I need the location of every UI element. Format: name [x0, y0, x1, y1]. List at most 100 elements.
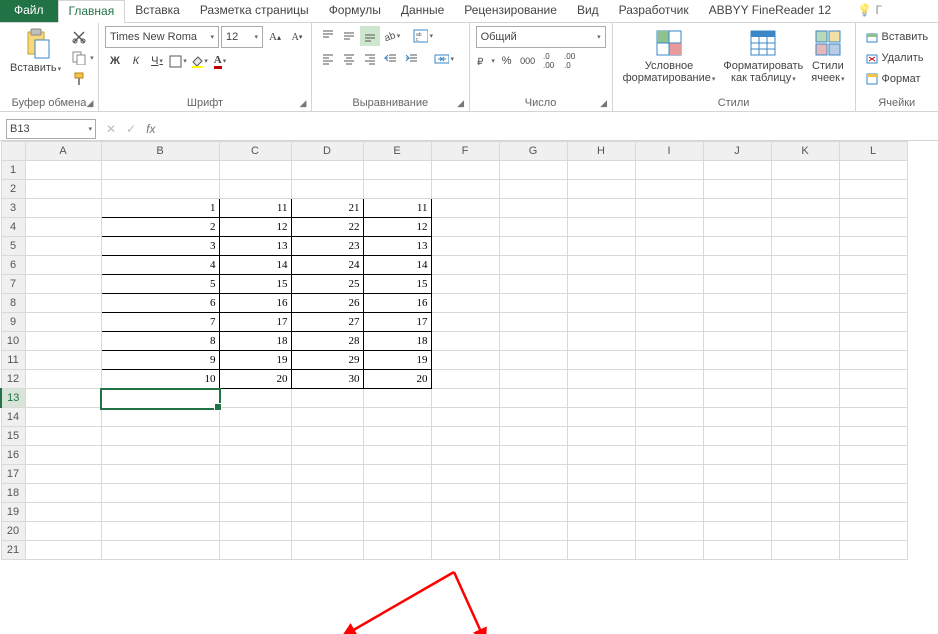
cell-F11[interactable]	[431, 351, 499, 370]
cell-F5[interactable]	[431, 237, 499, 256]
cell-A18[interactable]	[25, 484, 101, 503]
cell-E15[interactable]	[363, 427, 431, 446]
cancel-formula-button[interactable]: ✕	[106, 122, 116, 136]
cell-L18[interactable]	[839, 484, 907, 503]
cell-H11[interactable]	[567, 351, 635, 370]
border-button[interactable]: ▾	[168, 51, 188, 71]
col-header-J[interactable]: J	[703, 142, 771, 161]
cell-H21[interactable]	[567, 541, 635, 560]
tab-file[interactable]: Файл	[0, 0, 58, 22]
cell-F6[interactable]	[431, 256, 499, 275]
cell-J10[interactable]	[703, 332, 771, 351]
row-header-20[interactable]: 20	[1, 522, 25, 541]
cell-A16[interactable]	[25, 446, 101, 465]
cell-K17[interactable]	[771, 465, 839, 484]
cell-L1[interactable]	[839, 161, 907, 180]
worksheet[interactable]: ABCDEFGHIJKL1231112111421222125313231364…	[0, 141, 938, 560]
cell-F8[interactable]	[431, 294, 499, 313]
cell-J14[interactable]	[703, 408, 771, 427]
cell-F10[interactable]	[431, 332, 499, 351]
col-header-L[interactable]: L	[839, 142, 907, 161]
cell-G7[interactable]	[499, 275, 567, 294]
cell-E1[interactable]	[363, 161, 431, 180]
cell-I6[interactable]	[635, 256, 703, 275]
cell-D13[interactable]	[291, 389, 363, 408]
cell-H8[interactable]	[567, 294, 635, 313]
cell-L13[interactable]	[839, 389, 907, 408]
wrap-text-button[interactable]: abc▾	[413, 26, 433, 46]
cell-B17[interactable]	[101, 465, 219, 484]
cell-K20[interactable]	[771, 522, 839, 541]
cell-A12[interactable]	[25, 370, 101, 389]
cell-H15[interactable]	[567, 427, 635, 446]
accounting-format-button[interactable]: ₽▾	[476, 51, 496, 71]
cell-J15[interactable]	[703, 427, 771, 446]
cell-I4[interactable]	[635, 218, 703, 237]
cell-B18[interactable]	[101, 484, 219, 503]
cell-L12[interactable]	[839, 370, 907, 389]
cell-J13[interactable]	[703, 389, 771, 408]
alignment-dialog-launcher[interactable]: ◢	[455, 97, 467, 109]
col-header-G[interactable]: G	[499, 142, 567, 161]
delete-cells-button[interactable]: Удалить	[862, 48, 932, 68]
cell-D4[interactable]: 22	[291, 218, 363, 237]
formula-input[interactable]	[163, 119, 938, 139]
cell-E6[interactable]: 14	[363, 256, 431, 275]
cell-G14[interactable]	[499, 408, 567, 427]
cell-K3[interactable]	[771, 199, 839, 218]
cell-F21[interactable]	[431, 541, 499, 560]
row-header-16[interactable]: 16	[1, 446, 25, 465]
underline-button[interactable]: Ч▾	[147, 51, 167, 71]
row-header-1[interactable]: 1	[1, 161, 25, 180]
cell-I21[interactable]	[635, 541, 703, 560]
cell-D17[interactable]	[291, 465, 363, 484]
cell-E4[interactable]: 12	[363, 218, 431, 237]
cell-I11[interactable]	[635, 351, 703, 370]
tell-me[interactable]: 💡 Г	[847, 0, 892, 22]
font-name-select[interactable]: Times New Roma▾	[105, 26, 219, 48]
cell-C5[interactable]: 13	[219, 237, 291, 256]
cell-C20[interactable]	[219, 522, 291, 541]
cell-A3[interactable]	[25, 199, 101, 218]
cell-C14[interactable]	[219, 408, 291, 427]
cell-H18[interactable]	[567, 484, 635, 503]
align-middle-button[interactable]	[339, 26, 359, 46]
cell-L15[interactable]	[839, 427, 907, 446]
cell-L2[interactable]	[839, 180, 907, 199]
cell-D19[interactable]	[291, 503, 363, 522]
cell-C11[interactable]: 19	[219, 351, 291, 370]
align-center-button[interactable]	[339, 49, 359, 69]
cell-B19[interactable]	[101, 503, 219, 522]
cell-F3[interactable]	[431, 199, 499, 218]
tab-page-layout[interactable]: Разметка страницы	[190, 0, 319, 22]
cell-H12[interactable]	[567, 370, 635, 389]
fill-color-button[interactable]: ▾	[189, 51, 209, 71]
cell-D6[interactable]: 24	[291, 256, 363, 275]
cell-B14[interactable]	[101, 408, 219, 427]
cell-F7[interactable]	[431, 275, 499, 294]
tab-review[interactable]: Рецензирование	[454, 0, 567, 22]
cell-H4[interactable]	[567, 218, 635, 237]
cell-B13[interactable]	[101, 389, 219, 408]
tab-data[interactable]: Данные	[391, 0, 454, 22]
cell-H20[interactable]	[567, 522, 635, 541]
row-header-11[interactable]: 11	[1, 351, 25, 370]
cell-K1[interactable]	[771, 161, 839, 180]
row-header-3[interactable]: 3	[1, 199, 25, 218]
cell-A10[interactable]	[25, 332, 101, 351]
cell-A7[interactable]	[25, 275, 101, 294]
number-dialog-launcher[interactable]: ◢	[598, 97, 610, 109]
cell-G20[interactable]	[499, 522, 567, 541]
cell-G5[interactable]	[499, 237, 567, 256]
cell-K9[interactable]	[771, 313, 839, 332]
cell-E7[interactable]: 15	[363, 275, 431, 294]
cell-L5[interactable]	[839, 237, 907, 256]
row-header-5[interactable]: 5	[1, 237, 25, 256]
cell-L6[interactable]	[839, 256, 907, 275]
cell-G18[interactable]	[499, 484, 567, 503]
cell-J19[interactable]	[703, 503, 771, 522]
cell-C15[interactable]	[219, 427, 291, 446]
cell-E11[interactable]: 19	[363, 351, 431, 370]
cell-F17[interactable]	[431, 465, 499, 484]
cell-K5[interactable]	[771, 237, 839, 256]
